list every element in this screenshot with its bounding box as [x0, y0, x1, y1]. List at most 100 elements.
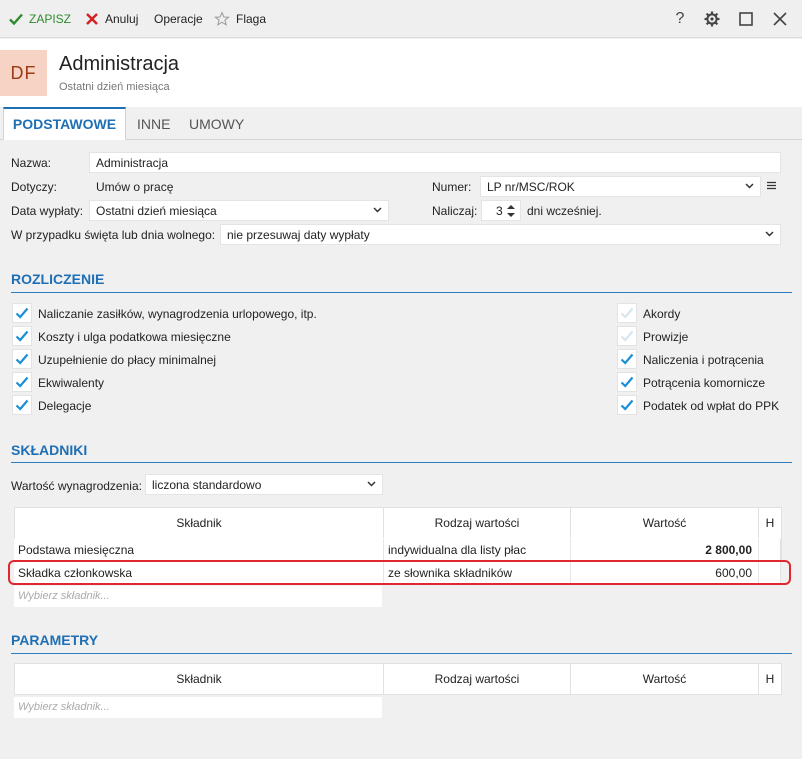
accrue-label: Naliczaj:	[432, 204, 478, 218]
save-label: ZAPISZ	[29, 12, 72, 26]
salary-select[interactable]: liczona standardowo	[145, 474, 383, 495]
checkbox[interactable]	[617, 326, 637, 346]
name-label: Nazwa:	[11, 156, 52, 170]
hamburger-icon	[767, 181, 776, 190]
holiday-value: nie przesuwaj daty wypłaty	[227, 228, 370, 242]
checkbox[interactable]	[617, 395, 637, 415]
checkmark-icon	[620, 307, 634, 319]
checkbox[interactable]	[617, 372, 637, 392]
column-header-kind[interactable]: Rodzaj wartości	[384, 508, 571, 538]
avatar: DF	[0, 50, 47, 96]
flag-button[interactable]: Flaga	[214, 9, 266, 29]
checkmark-icon	[15, 353, 29, 365]
cancel-label: Anuluj	[105, 12, 139, 26]
flag-label: Flaga	[236, 12, 267, 26]
star-icon	[214, 11, 230, 27]
checkmark-icon	[15, 399, 29, 411]
checkbox-label: Ekwiwalenty	[38, 376, 105, 390]
checkbox-label: Uzupełnienie do płacy minimalnej	[38, 353, 217, 367]
checkbox[interactable]	[617, 349, 637, 369]
column-header-h[interactable]: H	[759, 508, 781, 538]
chevron-down-icon	[765, 231, 774, 237]
maximize-button[interactable]	[736, 9, 756, 29]
holiday-label: W przypadku święta lub dnia wolnego:	[11, 228, 216, 242]
page-subtitle: Ostatni dzień miesiąca	[59, 81, 170, 93]
salary-label: Wartość wynagrodzenia:	[11, 479, 142, 493]
chevron-down-icon	[367, 481, 376, 487]
cancel-button[interactable]: Anuluj	[84, 9, 138, 29]
close-window-button[interactable]	[770, 9, 790, 29]
column-header-kind[interactable]: Rodzaj wartości	[384, 664, 571, 694]
checkbox-label: Akordy	[643, 307, 681, 321]
component-picker-input[interactable]: Wybierz składnik...	[14, 586, 382, 607]
accrue-stepper[interactable]: 3	[481, 200, 521, 221]
save-button[interactable]: ZAPISZ	[8, 9, 71, 29]
header: DF Administracja Ostatni dzień miesiąca	[0, 39, 802, 107]
checkmark-icon	[620, 399, 634, 411]
highlight-annotation	[8, 560, 791, 585]
applies-label: Dotyczy:	[11, 180, 58, 194]
payout-label: Data wypłaty:	[11, 204, 84, 218]
checkmark-icon	[15, 376, 29, 388]
applies-field: Umów o pracę	[89, 176, 389, 197]
cell-component: Podstawa miesięczna	[14, 539, 384, 561]
chevron-down-icon	[745, 183, 754, 189]
tab-podstawowe[interactable]: PODSTAWOWE	[3, 107, 126, 140]
spinner-icon	[507, 205, 515, 217]
cell-kind: indywidualna dla listy płac	[384, 539, 571, 561]
payout-value: Ostatni dzień miesiąca	[96, 204, 217, 218]
tab-inne[interactable]: INNE	[137, 107, 170, 140]
checkbox[interactable]	[12, 372, 32, 392]
checkbox-label: Naliczenia i potrącenia	[643, 353, 764, 367]
payout-select[interactable]: Ostatni dzień miesiąca	[89, 200, 389, 221]
column-header-component[interactable]: Składnik	[15, 664, 384, 694]
checkbox[interactable]	[12, 395, 32, 415]
toolbar: ZAPISZ Anuluj Operacje Flaga ?	[0, 0, 802, 38]
column-header-component[interactable]: Składnik	[15, 508, 384, 538]
checkmark-icon	[620, 353, 634, 365]
maximize-icon	[739, 12, 753, 26]
number-select[interactable]: LP nr/MSC/ROK	[480, 176, 761, 197]
parameters-table: Składnik Rodzaj wartości Wartość H	[14, 663, 782, 695]
operations-label: Operacje	[154, 12, 203, 26]
name-field[interactable]: Administracja	[89, 152, 781, 173]
number-menu-button[interactable]	[767, 179, 776, 193]
help-icon: ?	[675, 10, 685, 27]
column-header-value[interactable]: Wartość	[571, 508, 759, 538]
chevron-down-icon	[373, 207, 382, 213]
accrue-suffix: dni wcześniej.	[527, 204, 602, 218]
checkbox-label: Koszty i ulga podatkowa miesięczne	[38, 330, 231, 344]
number-value: LP nr/MSC/ROK	[487, 180, 575, 194]
settings-button[interactable]	[702, 9, 722, 29]
parameter-picker-input[interactable]: Wybierz składnik...	[14, 697, 382, 718]
holiday-select[interactable]: nie przesuwaj daty wypłaty	[220, 224, 781, 245]
close-icon	[773, 12, 787, 26]
divider	[11, 292, 792, 293]
section-title-settlement: ROZLICZENIE	[11, 271, 105, 287]
section-title-parameters: PARAMETRY	[11, 632, 99, 648]
checkbox[interactable]	[617, 303, 637, 323]
checkbox-label: Podatek od wpłat do PPK	[643, 399, 780, 413]
checkmark-icon	[620, 330, 634, 342]
form-panel: Nazwa: Administracja Dotyczy: Umów o pra…	[0, 140, 802, 759]
salary-value: liczona standardowo	[152, 478, 262, 492]
column-header-value[interactable]: Wartość	[571, 664, 759, 694]
checkbox[interactable]	[12, 303, 32, 323]
checkbox-label: Delegacje	[38, 399, 92, 413]
checkmark-icon	[15, 307, 29, 319]
tab-umowy[interactable]: UMOWY	[189, 107, 244, 140]
operations-button[interactable]: Operacje	[154, 9, 203, 29]
gear-icon	[704, 11, 720, 27]
number-label: Numer:	[432, 180, 472, 194]
checkbox-label: Potrącenia komornicze	[643, 376, 766, 390]
checkbox-label: Prowizje	[643, 330, 689, 344]
close-icon	[86, 13, 98, 25]
checkmark-icon	[15, 330, 29, 342]
column-header-h[interactable]: H	[759, 664, 781, 694]
cell-h	[759, 539, 781, 561]
help-button[interactable]: ?	[670, 9, 690, 29]
checkmark-icon	[9, 13, 23, 26]
checkbox[interactable]	[12, 349, 32, 369]
checkbox[interactable]	[12, 326, 32, 346]
divider	[11, 462, 792, 463]
